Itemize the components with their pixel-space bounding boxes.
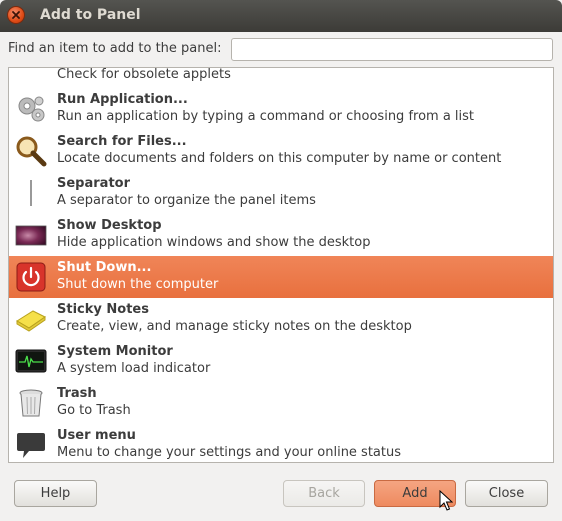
- mouse-cursor-icon: [439, 490, 453, 511]
- item-name: Search for Files...: [57, 134, 187, 149]
- item-name: User menu: [57, 428, 136, 443]
- list-item-system-monitor[interactable]: System Monitor A system load indicator: [9, 340, 553, 382]
- list-item-sticky-notes[interactable]: Sticky Notes Create, view, and manage st…: [9, 298, 553, 340]
- back-button[interactable]: Back: [283, 480, 365, 507]
- item-name: Run Application...: [57, 92, 188, 107]
- window-title: Add to Panel: [40, 7, 141, 23]
- item-description: Create, view, and manage sticky notes on…: [57, 319, 412, 334]
- item-description: Hide application windows and show the de…: [57, 235, 371, 250]
- help-button[interactable]: Help: [14, 480, 97, 507]
- list-item-show-desktop[interactable]: Show Desktop Hide application windows an…: [9, 214, 553, 256]
- close-window-button[interactable]: [7, 6, 25, 24]
- find-label: Find an item to add to the panel:: [8, 41, 222, 56]
- item-description: A system load indicator: [57, 361, 211, 376]
- item-name: Show Desktop: [57, 218, 162, 233]
- item-description: Check for obsolete applets: [57, 67, 231, 82]
- item-name: Sticky Notes: [57, 302, 149, 317]
- item-name: System Monitor: [57, 344, 173, 359]
- close-icon: [12, 11, 20, 19]
- sticky-notes-icon: [16, 310, 46, 332]
- item-name: Trash: [57, 386, 97, 401]
- item-list[interactable]: Check for obsolete applets Run Applicati…: [8, 67, 554, 463]
- item-name: Shut Down...: [57, 260, 152, 275]
- list-item-user-menu[interactable]: User menu Menu to change your settings a…: [9, 424, 553, 462]
- separator-icon: [30, 180, 32, 206]
- list-item-shut-down[interactable]: Shut Down... Shut down the computer: [9, 256, 553, 298]
- system-monitor-icon: [15, 349, 47, 373]
- magnifier-icon: [16, 136, 47, 167]
- desktop-icon: [15, 225, 47, 246]
- close-button[interactable]: Close: [465, 480, 548, 507]
- title-bar: Add to Panel: [0, 0, 562, 32]
- item-description: Menu to change your settings and your on…: [57, 445, 402, 460]
- list-item-trash[interactable]: Trash Go to Trash: [9, 382, 553, 424]
- item-description: A separator to organize the panel items: [57, 193, 316, 208]
- item-description: Go to Trash: [57, 403, 131, 418]
- gears-icon: [18, 96, 45, 122]
- list-item[interactable]: Check for obsolete applets: [9, 67, 553, 88]
- list-item-run-application[interactable]: Run Application... Run an application by…: [9, 88, 553, 130]
- list-item-separator[interactable]: Separator A separator to organize the pa…: [9, 172, 553, 214]
- item-description: Run an application by typing a command o…: [57, 109, 475, 124]
- speech-bubble-icon: [17, 433, 45, 458]
- item-description: Locate documents and folders on this com…: [57, 151, 502, 166]
- trash-icon: [19, 389, 43, 417]
- item-description: Shut down the computer: [57, 277, 219, 292]
- list-item-search-for-files[interactable]: Search for Files... Locate documents and…: [9, 130, 553, 172]
- search-input[interactable]: [231, 38, 553, 61]
- item-name: Separator: [57, 176, 130, 191]
- power-icon: [16, 262, 46, 292]
